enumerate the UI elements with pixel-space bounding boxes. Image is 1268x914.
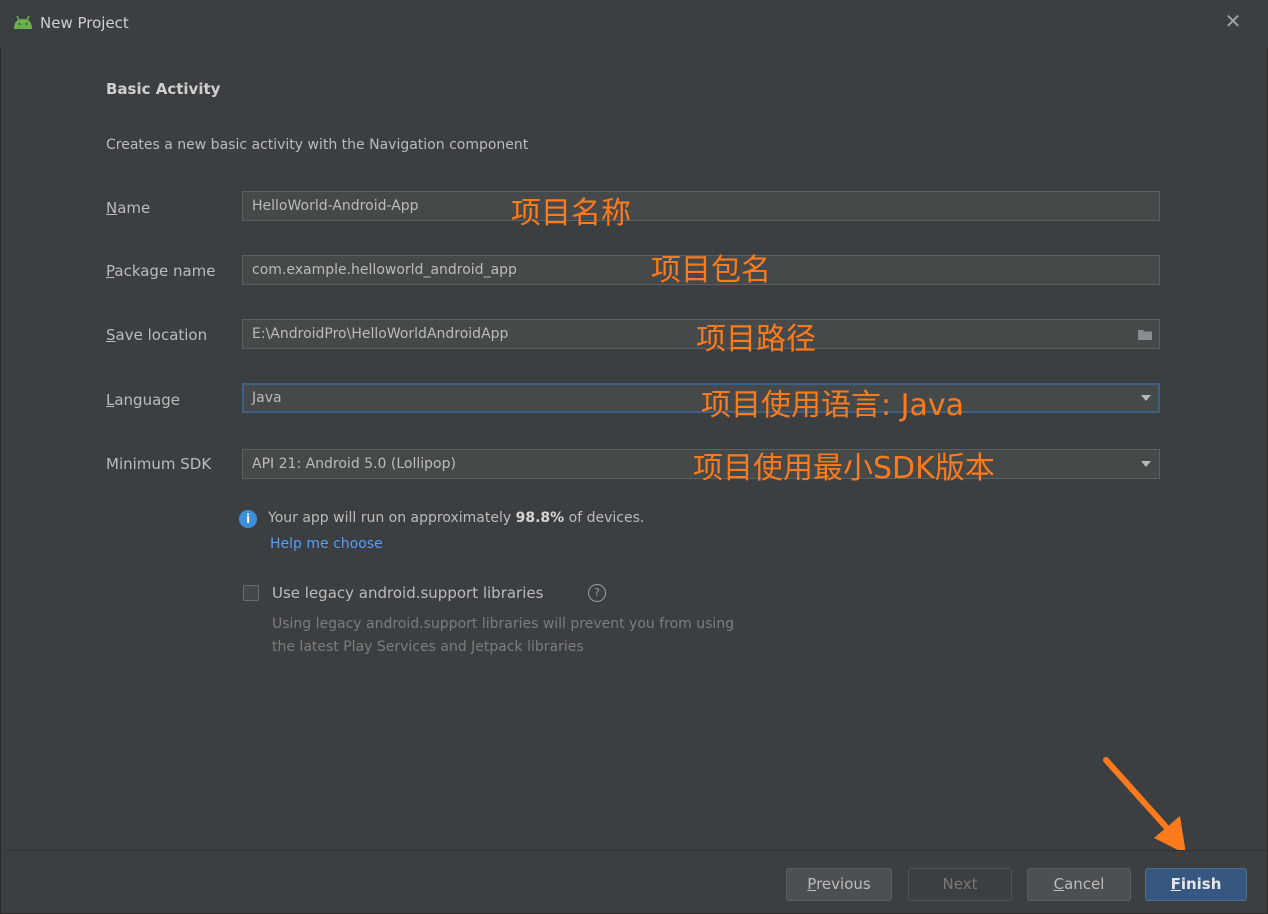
annotation-package: 项目包名	[651, 253, 771, 288]
name-label: Name	[106, 199, 151, 217]
page-title: Basic Activity	[106, 80, 221, 98]
min-sdk-select-value: API 21: Android 5.0 (Lollipop)	[252, 456, 456, 472]
close-icon[interactable]: ✕	[1222, 10, 1244, 32]
save-location-value: E:\AndroidPro\HelloWorldAndroidApp	[252, 326, 509, 342]
legacy-hint-line1: Using legacy android.support libraries w…	[272, 616, 735, 632]
annotation-name: 项目名称	[511, 196, 631, 231]
android-icon	[14, 15, 32, 29]
title-bar: New Project ✕	[0, 0, 1268, 48]
chevron-down-icon	[1141, 461, 1151, 467]
cancel-button[interactable]: Cancel	[1027, 868, 1131, 901]
help-icon[interactable]: ?	[588, 584, 606, 602]
package-field-value: com.example.helloworld_android_app	[252, 262, 517, 278]
annotation-language: 项目使用语言: Java	[701, 388, 965, 423]
save-location-label: Save location	[106, 326, 208, 344]
name-field[interactable]: HelloWorld-Android-App	[242, 191, 1160, 221]
help-me-choose-link[interactable]: Help me choose	[270, 536, 383, 552]
chevron-down-icon	[1141, 395, 1151, 401]
legacy-support-label[interactable]: Use legacy android.support libraries	[272, 584, 543, 602]
annotation-sdk: 项目使用最小SDK版本	[693, 451, 995, 486]
info-icon: i	[239, 510, 257, 528]
language-label: Language	[106, 391, 181, 409]
min-sdk-label: Minimum SDK	[106, 455, 212, 473]
device-coverage-text: Your app will run on approximately 98.8%…	[268, 510, 645, 526]
folder-icon[interactable]	[1137, 327, 1153, 341]
coverage-percent: 98.8%	[515, 510, 565, 526]
page-description: Creates a new basic activity with the Na…	[106, 137, 529, 153]
annotation-location: 项目路径	[696, 322, 816, 357]
legacy-support-checkbox[interactable]	[243, 585, 259, 601]
finish-button[interactable]: Finish	[1145, 868, 1247, 901]
next-button[interactable]: Next	[908, 868, 1012, 901]
name-field-value: HelloWorld-Android-App	[252, 198, 419, 214]
package-label: Package name	[106, 262, 216, 280]
window-title: New Project	[40, 14, 129, 32]
language-select-value: Java	[252, 390, 282, 406]
legacy-hint-line2: the latest Play Services and Jetpack lib…	[272, 639, 584, 655]
previous-button[interactable]: Previous	[786, 868, 892, 901]
arrow-annotation-icon	[1103, 757, 1186, 854]
